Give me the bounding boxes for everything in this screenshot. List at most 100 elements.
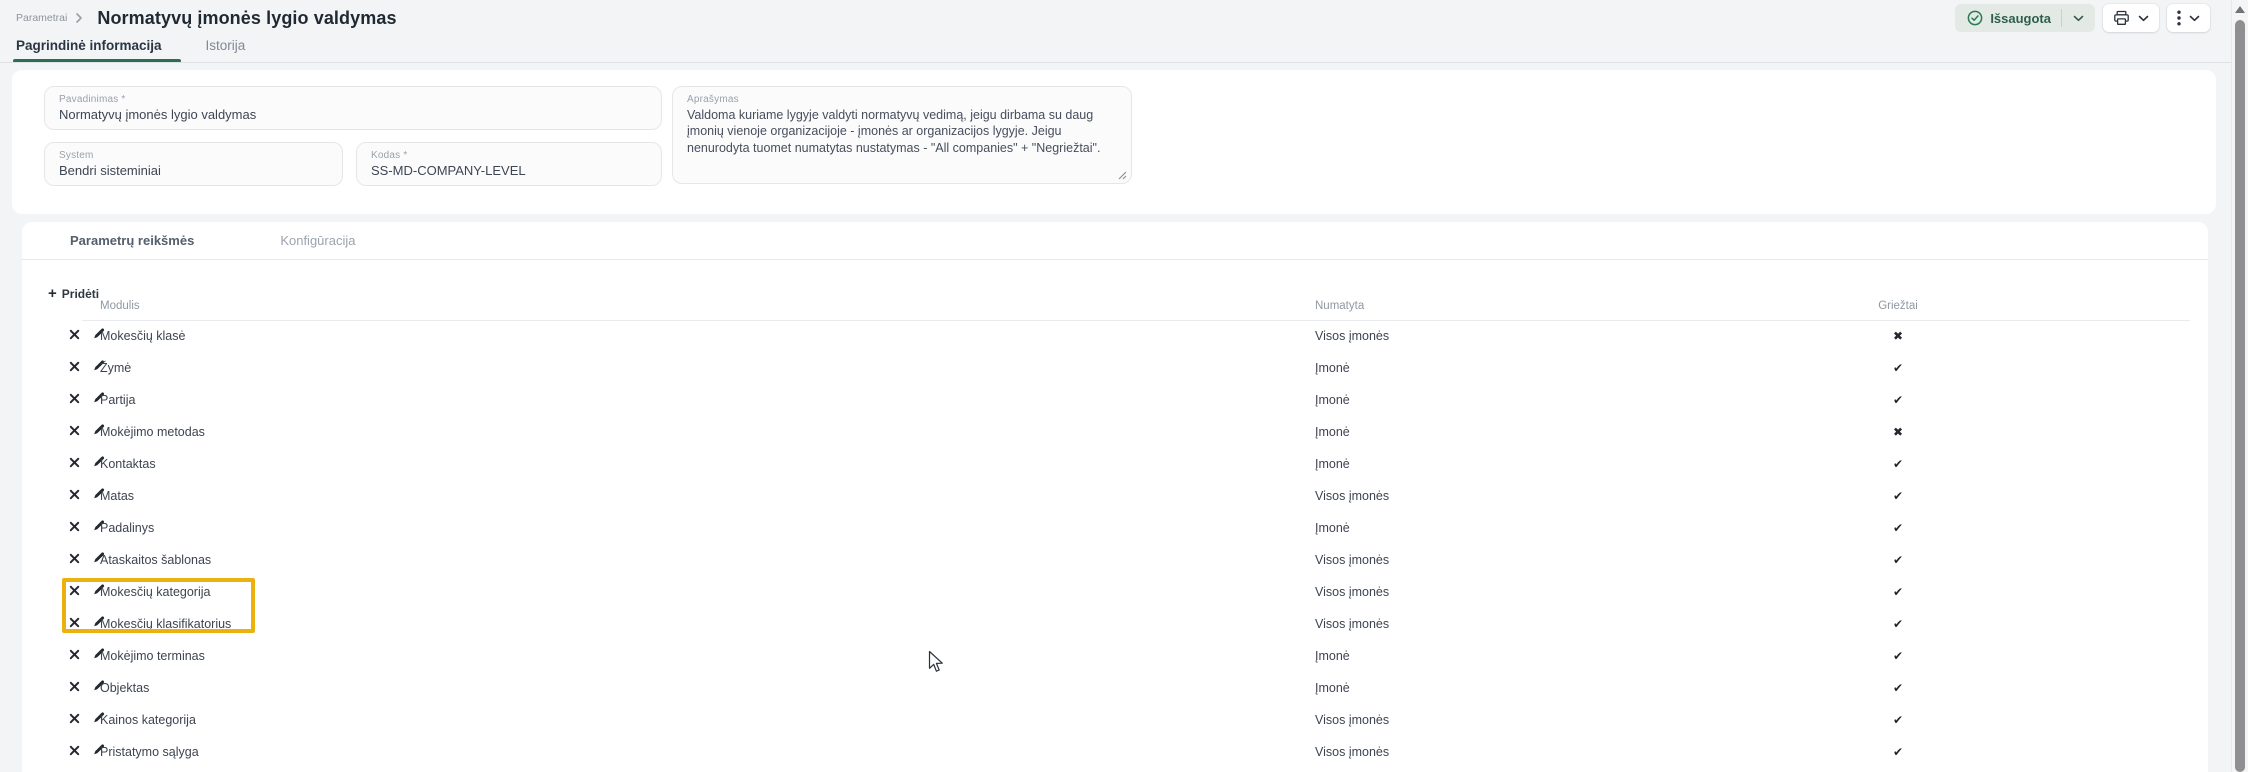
grieztai-icon: ✔: [1870, 649, 1926, 663]
delete-row-icon[interactable]: [66, 423, 82, 441]
table-row: Partija Įmonė ✔: [22, 384, 2208, 416]
aprasymas-label: Aprašymas: [687, 94, 1117, 105]
delete-row-icon[interactable]: [66, 327, 82, 345]
printer-icon: [2113, 10, 2130, 26]
delete-row-icon[interactable]: [66, 583, 82, 601]
print-button[interactable]: [2103, 4, 2159, 32]
numatyta-cell: Visos įmonės: [1315, 489, 1389, 503]
pavadinimas-field[interactable]: Pavadinimas * Normatyvų įmonės lygio val…: [44, 86, 662, 130]
module-cell: Mokesčių klasė: [100, 329, 185, 343]
table-row: Mokėjimo metodas Įmonė ✖: [22, 416, 2208, 448]
aprasymas-value: Valdoma kuriame lygyje valdyti normatyvų…: [687, 107, 1117, 156]
delete-row-icon[interactable]: [66, 551, 82, 569]
numatyta-cell: Visos įmonės: [1315, 585, 1389, 599]
numatyta-cell: Visos įmonės: [1315, 745, 1389, 759]
module-cell: Padalinys: [100, 521, 154, 535]
header-actions: Išsaugota: [1955, 4, 2210, 32]
table-row: Mokėjimo terminas Įmonė ✔: [22, 640, 2208, 672]
delete-row-icon[interactable]: [66, 487, 82, 505]
grieztai-icon: ✔: [1870, 713, 1926, 727]
table-header: Modulis Numatyta Griežtai: [22, 300, 2208, 320]
breadcrumb-chevron-icon: [75, 13, 83, 23]
table-row: Mokesčių klasė Visos įmonės ✖: [22, 320, 2208, 352]
subtab-parametru-reiksmes[interactable]: Parametrų reikšmės: [70, 233, 194, 248]
numatyta-cell: Įmonė: [1315, 361, 1350, 375]
module-cell: Mokėjimo metodas: [100, 425, 205, 439]
delete-row-icon[interactable]: [66, 711, 82, 729]
scrollbar-up-arrow-icon[interactable]: [2235, 6, 2245, 13]
textarea-resize-handle[interactable]: [1117, 170, 1127, 180]
delete-row-icon[interactable]: [66, 359, 82, 377]
table-row: Objektas Įmonė ✔: [22, 672, 2208, 704]
module-cell: Pristatymo sąlyga: [100, 745, 199, 759]
numatyta-cell: Visos įmonės: [1315, 713, 1389, 727]
grieztai-icon: ✖: [1870, 425, 1926, 439]
table-row: Žymė Įmonė ✔: [22, 352, 2208, 384]
numatyta-cell: Visos įmonės: [1315, 617, 1389, 631]
saved-dropdown-toggle[interactable]: [2062, 4, 2095, 32]
table-row: Mokesčių kategorija Visos įmonės ✔: [22, 576, 2208, 608]
tab-pagrindine-informacija[interactable]: Pagrindinė informacija: [16, 36, 162, 53]
table-row: Pristatymo sąlyga Visos įmonės ✔: [22, 736, 2208, 768]
parameters-card: Parametrų reikšmės Konfigūracija + Pridė…: [22, 222, 2208, 772]
app-root: Parametrai Normatyvų įmonės lygio valdym…: [0, 0, 2248, 772]
kodas-field[interactable]: Kodas * SS-MD-COMPANY-LEVEL: [356, 142, 662, 186]
tabbar-divider: [0, 62, 2232, 63]
tab-istorija[interactable]: Istorija: [206, 36, 246, 53]
delete-row-icon[interactable]: [66, 391, 82, 409]
column-header-modulis: Modulis: [100, 300, 140, 312]
table-row: Padalinys Įmonė ✔: [22, 512, 2208, 544]
system-field[interactable]: System Bendri sisteminiai: [44, 142, 343, 186]
saved-label: Išsaugota: [1990, 11, 2051, 26]
table-row: Kainos kategorija Visos įmonės ✔: [22, 704, 2208, 736]
sub-tabbar: Parametrų reikšmės Konfigūracija: [22, 222, 2208, 260]
breadcrumb-parametrai-link[interactable]: Parametrai: [16, 12, 67, 24]
numatyta-cell: Įmonė: [1315, 681, 1350, 695]
module-cell: Žymė: [100, 361, 131, 375]
grieztai-icon: ✔: [1870, 617, 1926, 631]
chevron-down-icon: [2073, 15, 2084, 22]
grieztai-icon: ✔: [1870, 585, 1926, 599]
scrollbar-thumb[interactable]: [2235, 20, 2245, 772]
delete-row-icon[interactable]: [66, 647, 82, 665]
module-cell: Mokėjimo terminas: [100, 649, 205, 663]
numatyta-cell: Visos įmonės: [1315, 329, 1389, 343]
breadcrumb: Parametrai Normatyvų įmonės lygio valdym…: [0, 8, 397, 29]
module-cell: Ataskaitos šablonas: [100, 553, 211, 567]
numatyta-cell: Visos įmonės: [1315, 553, 1389, 567]
grieztai-icon: ✔: [1870, 393, 1926, 407]
grieztai-icon: ✔: [1870, 489, 1926, 503]
module-cell: Partija: [100, 393, 135, 407]
pavadinimas-value: Normatyvų įmonės lygio valdymas: [59, 107, 647, 123]
column-header-numatyta: Numatyta: [1315, 300, 1364, 312]
delete-row-icon[interactable]: [66, 519, 82, 537]
delete-row-icon[interactable]: [66, 679, 82, 697]
grieztai-icon: ✖: [1870, 329, 1926, 343]
table-row: Mokesčių klasifikatorius Visos įmonės ✔: [22, 608, 2208, 640]
delete-row-icon[interactable]: [66, 615, 82, 633]
table-row: Matas Visos įmonės ✔: [22, 480, 2208, 512]
delete-row-icon[interactable]: [66, 743, 82, 761]
pavadinimas-label: Pavadinimas *: [59, 94, 647, 105]
column-header-grieztai: Griežtai: [1870, 300, 1926, 312]
check-circle-icon: [1967, 10, 1983, 26]
system-label: System: [59, 150, 328, 161]
chevron-down-icon: [2189, 15, 2200, 22]
add-button[interactable]: + Pridėti: [48, 286, 99, 301]
subtab-konfiguracija[interactable]: Konfigūracija: [280, 233, 355, 248]
numatyta-cell: Įmonė: [1315, 457, 1350, 471]
grieztai-icon: ✔: [1870, 457, 1926, 471]
page-header: Parametrai Normatyvų įmonės lygio valdym…: [0, 0, 2232, 36]
module-cell: Matas: [100, 489, 134, 503]
add-button-label: Pridėti: [62, 287, 99, 301]
delete-row-icon[interactable]: [66, 455, 82, 473]
grieztai-icon: ✔: [1870, 361, 1926, 375]
form-card: Pavadinimas * Normatyvų įmonės lygio val…: [12, 70, 2216, 214]
plus-icon: +: [48, 286, 57, 301]
numatyta-cell: Įmonė: [1315, 649, 1350, 663]
module-cell: Mokesčių klasifikatorius: [100, 617, 231, 631]
more-actions-button[interactable]: [2167, 4, 2210, 32]
vertical-scrollbar[interactable]: [2231, 0, 2248, 772]
saved-status-button[interactable]: Išsaugota: [1955, 4, 2095, 32]
aprasymas-field[interactable]: Aprašymas Valdoma kuriame lygyje valdyti…: [672, 86, 1132, 184]
